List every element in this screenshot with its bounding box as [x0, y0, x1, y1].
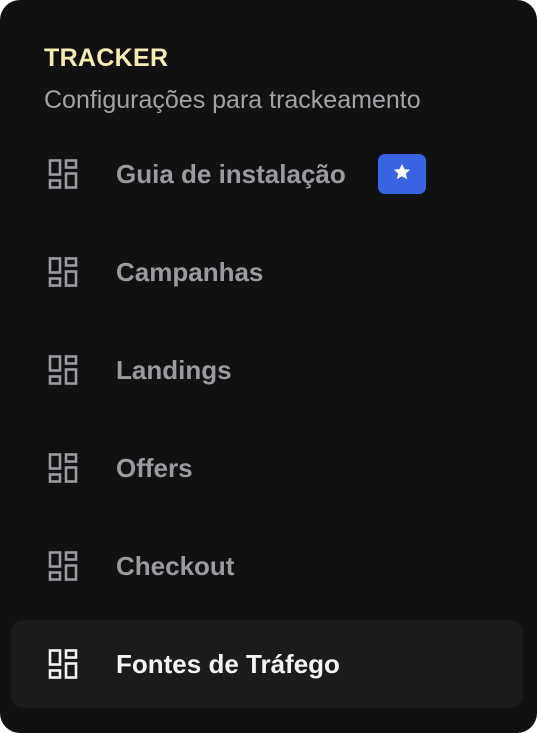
menu-item-label: Offers — [116, 453, 193, 483]
section-title: TRACKER — [44, 44, 169, 72]
dashboard-icon — [48, 257, 78, 287]
dashboard-icon — [48, 355, 78, 385]
menu-item-offers[interactable]: Offers — [11, 424, 523, 512]
menu-item-label: Landings — [116, 355, 232, 385]
dashboard-icon — [48, 453, 78, 483]
section-subtitle: Configurações para trackeamento — [44, 86, 421, 114]
menu-item-checkout[interactable]: Checkout — [11, 522, 523, 610]
dashboard-icon — [48, 649, 78, 679]
menu-item-label: Campanhas — [116, 257, 264, 287]
menu-item-guia-de-instalacao[interactable]: Guia de instalação — [11, 130, 523, 218]
menu-item-label: Checkout — [116, 551, 235, 581]
tracker-panel: TRACKER Configurações para trackeamento … — [0, 0, 537, 733]
tracker-menu: Guia de instalação Campanhas Landings Of… — [11, 130, 523, 718]
menu-item-label: Fontes de Tráfego — [116, 649, 340, 679]
dashboard-icon — [48, 551, 78, 581]
menu-item-label: Guia de instalação — [116, 159, 346, 189]
menu-item-landings[interactable]: Landings — [11, 326, 523, 414]
star-icon — [392, 162, 412, 187]
menu-item-campanhas[interactable]: Campanhas — [11, 228, 523, 316]
featured-badge — [378, 154, 426, 194]
menu-item-fontes-de-trafego[interactable]: Fontes de Tráfego — [11, 620, 523, 708]
dashboard-icon — [48, 159, 78, 189]
